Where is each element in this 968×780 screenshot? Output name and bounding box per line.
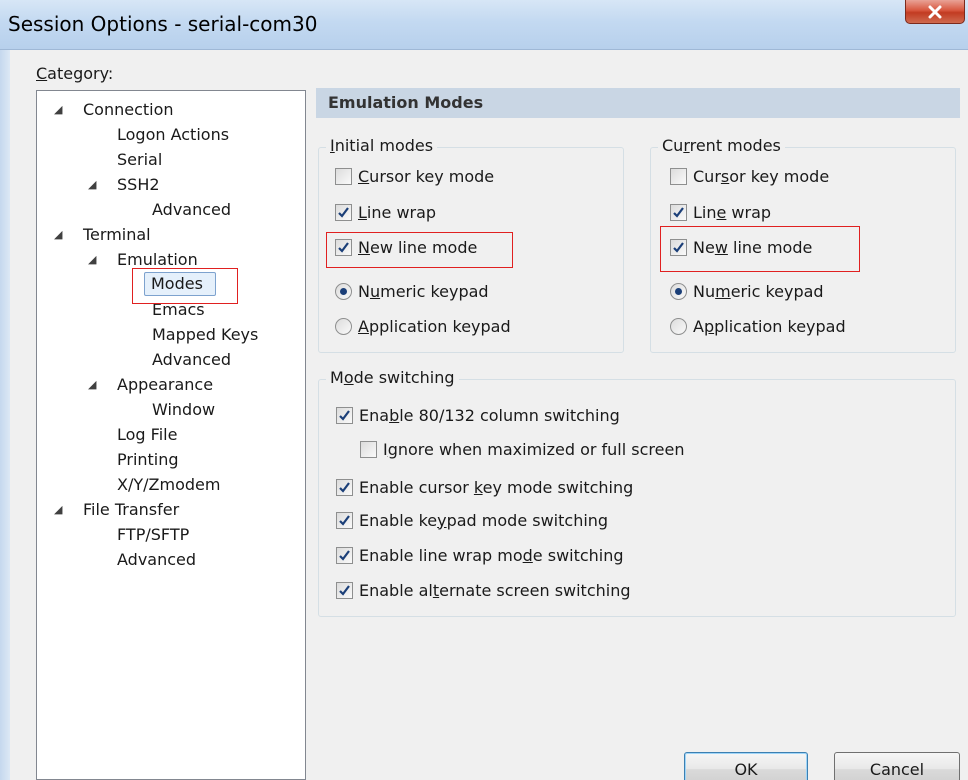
radio-unselected-icon[interactable] bbox=[335, 317, 352, 335]
tree-item-printing[interactable]: Printing bbox=[117, 448, 179, 472]
tree-item-file-transfer[interactable]: File Transfer bbox=[83, 498, 179, 522]
tree-item-log-file[interactable]: Log File bbox=[117, 423, 177, 447]
window-title: Session Options - serial-com30 bbox=[8, 12, 318, 36]
tree-item-ssh2-advanced[interactable]: Advanced bbox=[152, 198, 231, 222]
checkbox-checked-icon[interactable] bbox=[335, 203, 352, 221]
radio-label: Application keypad bbox=[358, 316, 511, 336]
tree-item-appearance[interactable]: Appearance bbox=[117, 373, 213, 397]
category-label: Category: bbox=[36, 64, 114, 83]
enable-80-132-column-switching-checkbox[interactable]: Enable 80/132 column switching bbox=[336, 403, 620, 427]
checkbox-unchecked-icon[interactable] bbox=[335, 167, 352, 185]
checkbox-label: Cursor key mode bbox=[358, 166, 495, 186]
tree-item-xyz-modem[interactable]: X/Y/Zmodem bbox=[117, 473, 220, 497]
tree-item-emulation-advanced[interactable]: Advanced bbox=[152, 348, 231, 372]
initial-numeric-keypad-radio[interactable]: Numeric keypad bbox=[335, 279, 489, 303]
tree-item-connection[interactable]: Connection bbox=[83, 98, 174, 122]
radio-selected-icon[interactable] bbox=[670, 282, 687, 300]
initial-application-keypad-radio[interactable]: Application keypad bbox=[335, 314, 511, 338]
annotation-box-initial-new-line bbox=[326, 232, 513, 268]
expand-arrow-icon[interactable]: ◢ bbox=[54, 98, 62, 122]
tree-item-terminal[interactable]: Terminal bbox=[83, 223, 151, 247]
close-icon bbox=[928, 5, 942, 18]
window-border bbox=[0, 50, 10, 780]
tree-item-ftp-sftp[interactable]: FTP/SFTP bbox=[117, 523, 189, 547]
initial-line-wrap-checkbox[interactable]: Line wrap bbox=[335, 200, 436, 224]
mode-switching-legend: Mode switching bbox=[326, 368, 459, 387]
expand-arrow-icon[interactable]: ◢ bbox=[88, 173, 96, 197]
tree-item-serial[interactable]: Serial bbox=[117, 148, 162, 172]
tree-item-ssh2[interactable]: SSH2 bbox=[117, 173, 160, 197]
initial-modes-legend: Initial modes bbox=[326, 136, 438, 155]
tree-item-file-transfer-advanced[interactable]: Advanced bbox=[117, 548, 196, 572]
current-line-wrap-checkbox[interactable]: Line wrap bbox=[670, 200, 771, 224]
checkbox-checked-icon[interactable] bbox=[670, 203, 687, 221]
checkbox-checked-icon[interactable] bbox=[336, 406, 353, 424]
initial-cursor-key-mode-checkbox[interactable]: Cursor key mode bbox=[335, 164, 494, 188]
tree-item-logon-actions[interactable]: Logon Actions bbox=[117, 123, 229, 147]
current-application-keypad-radio[interactable]: Application keypad bbox=[670, 314, 846, 338]
expand-arrow-icon[interactable]: ◢ bbox=[88, 373, 96, 397]
checkbox-checked-icon[interactable] bbox=[336, 478, 353, 496]
enable-alternate-screen-switching-checkbox[interactable]: Enable alternate screen switching bbox=[336, 578, 631, 602]
radio-label: Application keypad bbox=[693, 316, 846, 336]
checkbox-label: Line wrap bbox=[693, 202, 772, 222]
category-tree[interactable]: ◢ Connection Logon Actions Serial ◢ SSH2… bbox=[36, 90, 306, 780]
checkbox-label: Enable cursor key mode switching bbox=[359, 477, 634, 497]
panel-title: Emulation Modes bbox=[328, 93, 484, 112]
expand-arrow-icon[interactable]: ◢ bbox=[88, 248, 96, 272]
checkbox-unchecked-icon[interactable] bbox=[360, 440, 377, 458]
radio-label: Numeric keypad bbox=[693, 281, 824, 301]
checkbox-label: Enable keypad mode switching bbox=[359, 510, 609, 530]
radio-unselected-icon[interactable] bbox=[670, 317, 687, 335]
close-button[interactable] bbox=[905, 0, 965, 24]
session-options-dialog: Session Options - serial-com30 Category:… bbox=[0, 0, 968, 780]
checkbox-label: Enable alternate screen switching bbox=[359, 580, 631, 600]
ok-button[interactable]: OK bbox=[684, 752, 808, 780]
enable-line-wrap-mode-switching-checkbox[interactable]: Enable line wrap mode switching bbox=[336, 543, 624, 567]
annotation-box-modes bbox=[132, 268, 238, 304]
checkbox-label: Line wrap bbox=[358, 202, 437, 222]
annotation-box-current-new-line bbox=[660, 226, 860, 272]
cancel-button[interactable]: Cancel bbox=[834, 752, 960, 780]
checkbox-label: Ignore when maximized or full screen bbox=[383, 439, 685, 459]
ignore-when-maximized-checkbox[interactable]: Ignore when maximized or full screen bbox=[360, 437, 684, 461]
enable-keypad-mode-switching-checkbox[interactable]: Enable keypad mode switching bbox=[336, 508, 608, 532]
checkbox-label: Enable 80/132 column switching bbox=[359, 405, 620, 425]
tree-item-window[interactable]: Window bbox=[152, 398, 215, 422]
expand-arrow-icon[interactable]: ◢ bbox=[54, 498, 62, 522]
checkbox-checked-icon[interactable] bbox=[336, 581, 353, 599]
current-modes-legend: Current modes bbox=[658, 136, 785, 155]
radio-selected-icon[interactable] bbox=[335, 282, 352, 300]
radio-label: Numeric keypad bbox=[358, 281, 489, 301]
panel-header: Emulation Modes bbox=[316, 88, 960, 118]
checkbox-label: Enable line wrap mode switching bbox=[359, 545, 624, 565]
title-bar: Session Options - serial-com30 bbox=[0, 0, 968, 50]
checkbox-checked-icon[interactable] bbox=[336, 511, 353, 529]
checkbox-label: Cursor key mode bbox=[693, 166, 830, 186]
tree-item-mapped-keys[interactable]: Mapped Keys bbox=[152, 323, 258, 347]
checkbox-checked-icon[interactable] bbox=[336, 546, 353, 564]
checkbox-unchecked-icon[interactable] bbox=[670, 167, 687, 185]
enable-cursor-key-mode-switching-checkbox[interactable]: Enable cursor key mode switching bbox=[336, 475, 633, 499]
current-cursor-key-mode-checkbox[interactable]: Cursor key mode bbox=[670, 164, 829, 188]
expand-arrow-icon[interactable]: ◢ bbox=[54, 223, 62, 247]
current-numeric-keypad-radio[interactable]: Numeric keypad bbox=[670, 279, 824, 303]
